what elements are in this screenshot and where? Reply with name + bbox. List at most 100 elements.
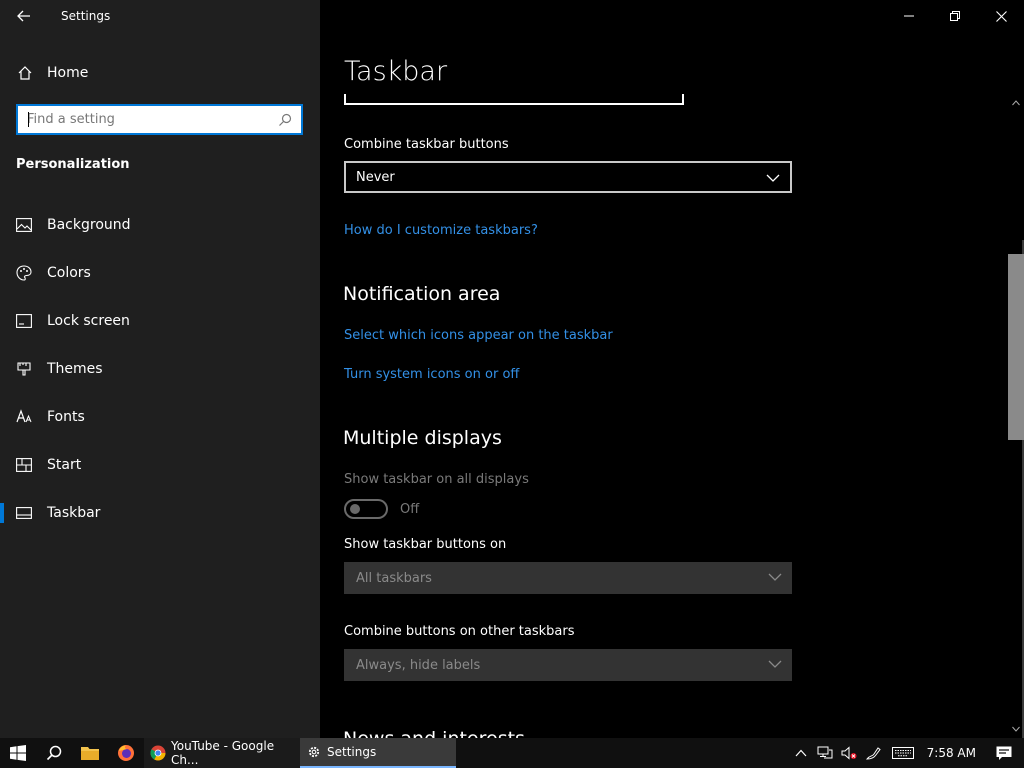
action-center-button[interactable] xyxy=(984,738,1024,768)
taskbar: YouTube - Google Ch... Settings 7:58 AM xyxy=(0,738,1024,768)
minimize-button[interactable] xyxy=(886,0,932,32)
customize-taskbars-link[interactable]: How do I customize taskbars? xyxy=(344,223,538,238)
close-button[interactable] xyxy=(978,0,1024,32)
news-interests-heading: News and interests xyxy=(343,728,525,738)
taskbar-app-chrome[interactable]: YouTube - Google Ch... xyxy=(144,738,300,768)
app-title: Settings xyxy=(61,9,111,23)
search-icon[interactable] xyxy=(275,110,295,130)
file-explorer-button[interactable] xyxy=(72,738,108,768)
sidebar-home[interactable]: Home xyxy=(0,56,320,90)
sidebar-item-label: Start xyxy=(47,457,82,473)
sidebar-item-start[interactable]: Start xyxy=(0,447,320,483)
image-icon xyxy=(16,217,32,233)
chevron-down-icon xyxy=(768,660,782,668)
sidebar: Settings Home Personalization Background… xyxy=(0,0,320,738)
pen-icon xyxy=(865,747,881,760)
system-icons-link[interactable]: Turn system icons on or off xyxy=(344,367,519,382)
combine-other-label: Combine buttons on other taskbars xyxy=(344,624,575,639)
sidebar-item-label: Colors xyxy=(47,265,91,281)
notification-icon xyxy=(996,746,1012,760)
combine-buttons-dropdown[interactable]: Never xyxy=(344,161,792,193)
taskbar-icon xyxy=(16,505,32,521)
touch-keyboard-button[interactable] xyxy=(885,738,921,768)
section-heading: Personalization xyxy=(16,157,130,172)
keyboard-icon xyxy=(891,747,914,759)
chrome-icon xyxy=(150,745,166,761)
pen-workspace-button[interactable] xyxy=(861,738,885,768)
scrollbar-thumb[interactable] xyxy=(1008,254,1024,440)
partial-control[interactable] xyxy=(344,94,684,105)
show-all-displays-label: Show taskbar on all displays xyxy=(344,472,529,487)
sidebar-item-label: Themes xyxy=(47,361,103,377)
sidebar-item-label: Fonts xyxy=(47,409,85,425)
sidebar-item-label: Taskbar xyxy=(47,505,101,521)
restore-button[interactable] xyxy=(932,0,978,32)
home-label: Home xyxy=(47,65,89,81)
scroll-down-button[interactable] xyxy=(1008,722,1024,736)
sidebar-item-taskbar[interactable]: Taskbar xyxy=(0,495,320,531)
folder-icon xyxy=(81,747,99,760)
window-controls xyxy=(886,0,1024,32)
volume-muted-icon xyxy=(841,746,857,760)
show-hidden-icons-button[interactable] xyxy=(789,738,813,768)
sidebar-item-label: Background xyxy=(47,217,131,233)
sidebar-item-fonts[interactable]: Fonts xyxy=(0,399,320,435)
show-all-displays-toggle[interactable] xyxy=(344,499,388,519)
chevron-down-icon xyxy=(1012,726,1020,732)
sidebar-item-themes[interactable]: Themes xyxy=(0,351,320,387)
main-content: Taskbar Combine taskbar buttons Never Ho… xyxy=(320,0,1024,740)
sidebar-item-colors[interactable]: Colors xyxy=(0,255,320,291)
text-cursor xyxy=(28,112,29,127)
dropdown-value: All taskbars xyxy=(356,570,432,586)
close-icon xyxy=(995,10,1007,22)
palette-icon xyxy=(16,265,32,281)
chevron-down-icon xyxy=(766,174,780,182)
scroll-up-button[interactable] xyxy=(1008,96,1024,110)
page-title: Taskbar xyxy=(344,56,448,87)
select-icons-link[interactable]: Select which icons appear on the taskbar xyxy=(344,328,613,343)
chevron-down-icon xyxy=(768,573,782,581)
chevron-up-icon xyxy=(795,749,807,757)
firefox-icon xyxy=(118,745,134,761)
sidebar-item-background[interactable]: Background xyxy=(0,207,320,243)
network-icon xyxy=(817,746,833,759)
search-input[interactable] xyxy=(18,106,275,133)
start-tiles-icon xyxy=(16,457,32,473)
combine-buttons-label: Combine taskbar buttons xyxy=(344,137,509,152)
minimize-icon xyxy=(904,15,914,17)
taskbar-app-label: Settings xyxy=(327,745,377,759)
lock-screen-icon xyxy=(16,313,32,329)
multiple-displays-heading: Multiple displays xyxy=(343,427,502,449)
show-buttons-on-label: Show taskbar buttons on xyxy=(344,537,507,552)
gear-icon xyxy=(306,744,322,760)
taskbar-app-settings[interactable]: Settings xyxy=(300,738,456,768)
toggle-state: Off xyxy=(400,502,420,517)
start-button[interactable] xyxy=(0,738,36,768)
combine-other-dropdown[interactable]: Always, hide labels xyxy=(344,649,792,681)
volume-button[interactable] xyxy=(837,738,861,768)
clock[interactable]: 7:58 AM xyxy=(921,746,984,760)
back-arrow-icon xyxy=(17,10,30,22)
toggle-knob xyxy=(350,504,360,514)
dropdown-value: Always, hide labels xyxy=(356,657,481,673)
sidebar-item-lock-screen[interactable]: Lock screen xyxy=(0,303,320,339)
taskbar-app-label: YouTube - Google Ch... xyxy=(171,739,275,767)
system-tray: 7:58 AM xyxy=(789,738,1024,768)
dropdown-value: Never xyxy=(356,169,395,185)
restore-icon xyxy=(950,11,960,21)
windows-logo-icon xyxy=(10,745,26,761)
show-buttons-on-dropdown[interactable]: All taskbars xyxy=(344,562,792,594)
brush-icon xyxy=(16,361,32,377)
firefox-button[interactable] xyxy=(108,738,144,768)
titlebar: Settings xyxy=(0,0,320,32)
home-icon xyxy=(17,65,33,81)
search-box[interactable] xyxy=(16,104,303,135)
notification-area-heading: Notification area xyxy=(343,283,501,305)
chevron-up-icon xyxy=(1012,100,1020,106)
network-button[interactable] xyxy=(813,738,837,768)
font-icon xyxy=(16,409,32,425)
search-icon xyxy=(46,745,62,761)
search-button[interactable] xyxy=(36,738,72,768)
back-button[interactable] xyxy=(10,4,38,28)
sidebar-item-label: Lock screen xyxy=(47,313,130,329)
